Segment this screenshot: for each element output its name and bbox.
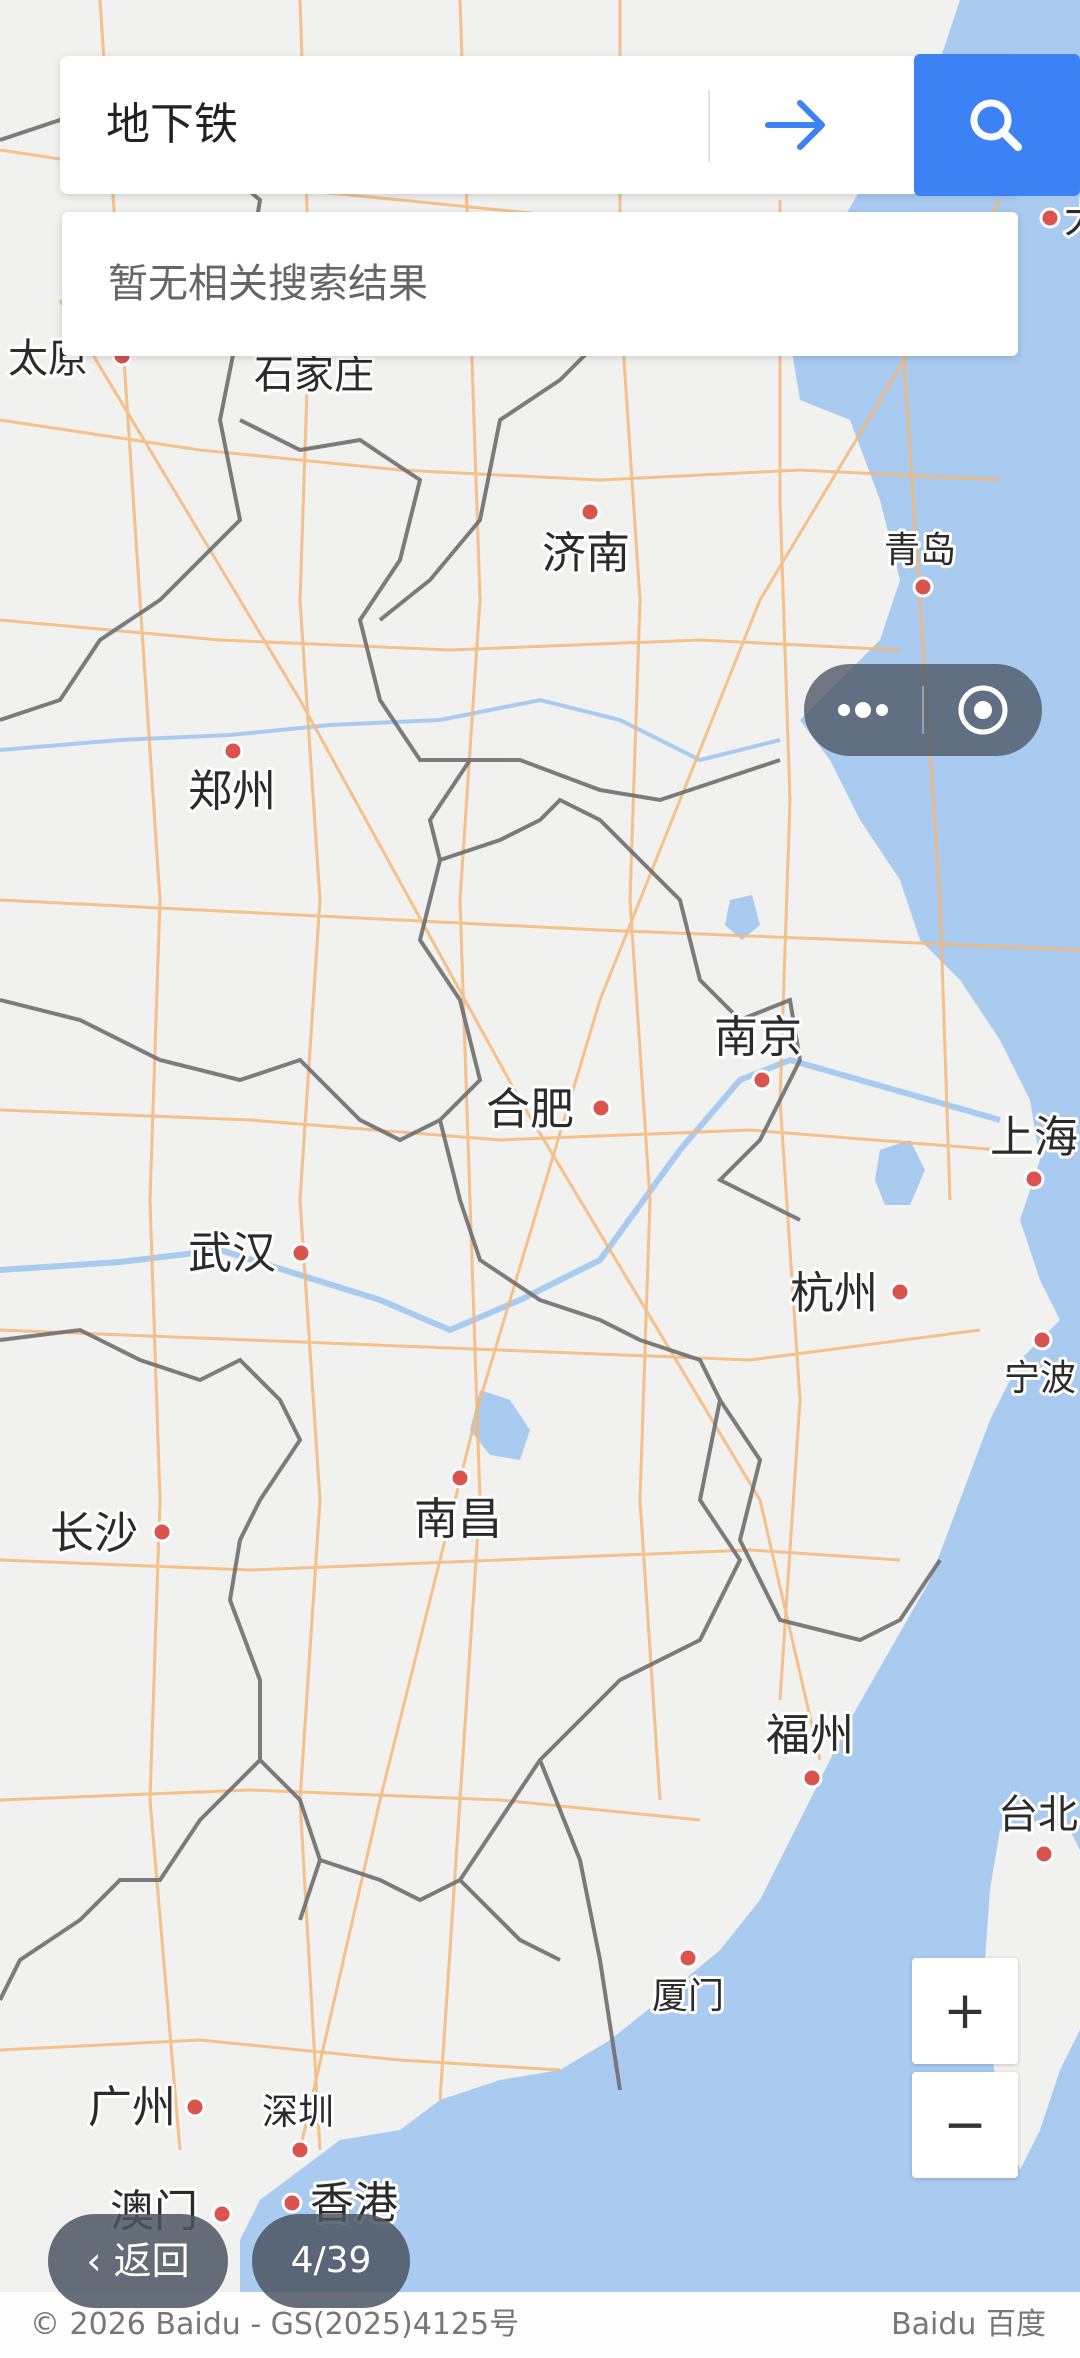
search-bar: 地下铁 [60, 54, 1080, 196]
city-label: 南昌 [414, 1494, 502, 1545]
search-button[interactable] [914, 54, 1080, 196]
city-marker[interactable] [1039, 207, 1061, 229]
city-label: 南京 [714, 1012, 802, 1063]
city-label: 广州 [88, 2082, 176, 2133]
more-button[interactable] [804, 664, 922, 756]
search-input[interactable]: 地下铁 [106, 56, 238, 194]
city-marker[interactable] [289, 2139, 311, 2161]
page-indicator: 4/39 [252, 2214, 410, 2308]
city-marker[interactable] [281, 2192, 303, 2214]
arrow-right-icon [765, 100, 825, 150]
city-marker[interactable] [449, 1467, 471, 1489]
city-marker[interactable] [1031, 1329, 1053, 1351]
city-marker[interactable] [579, 501, 601, 523]
city-marker[interactable] [1033, 1843, 1055, 1865]
city-label: 青岛 [884, 530, 956, 571]
city-marker[interactable] [590, 1097, 612, 1119]
city-marker[interactable] [222, 740, 244, 762]
zoom-in-button[interactable]: + [912, 1958, 1018, 2064]
back-button[interactable]: ‹ 返回 [48, 2214, 228, 2308]
city-marker[interactable] [184, 2096, 206, 2118]
city-label: 上海 [990, 1112, 1078, 1163]
city-marker[interactable] [889, 1281, 911, 1303]
go-button[interactable] [746, 80, 842, 170]
city-label: 福州 [766, 1710, 854, 1761]
city-label: 厦门 [652, 1976, 724, 2017]
no-results-message: 暂无相关搜索结果 [108, 261, 428, 307]
city-label: 合肥 [486, 1084, 574, 1135]
search-results-panel: 暂无相关搜索结果 [62, 212, 1018, 356]
search-divider [708, 90, 710, 162]
city-marker[interactable] [290, 1242, 312, 1264]
city-label: 武汉 [188, 1228, 276, 1279]
city-marker[interactable] [801, 1767, 823, 1789]
mini-program-capsule [804, 664, 1042, 756]
city-label: 深圳 [262, 2092, 334, 2133]
close-button[interactable] [924, 664, 1042, 756]
city-marker[interactable] [211, 2203, 233, 2225]
search-icon [970, 99, 1022, 151]
baidu-brand: Baidu 百度 [891, 2307, 1046, 2342]
city-marker[interactable] [151, 1521, 173, 1543]
city-label: 济南 [542, 528, 630, 579]
city-marker[interactable] [912, 576, 934, 598]
city-label: 大 [1064, 196, 1080, 242]
target-close-icon [958, 685, 1008, 735]
city-label: 杭州 [790, 1268, 878, 1319]
city-marker[interactable] [751, 1069, 773, 1091]
city-label: 长沙 [50, 1508, 138, 1559]
city-marker[interactable] [1023, 1168, 1045, 1190]
city-label: 台北 [998, 1792, 1078, 1838]
city-label: 石家庄 [254, 352, 374, 398]
city-label: 宁波 [1004, 1358, 1076, 1399]
city-marker[interactable] [677, 1947, 699, 1969]
more-dots-icon [838, 702, 888, 718]
city-label: 郑州 [188, 766, 276, 817]
zoom-out-button[interactable]: − [912, 2072, 1018, 2178]
